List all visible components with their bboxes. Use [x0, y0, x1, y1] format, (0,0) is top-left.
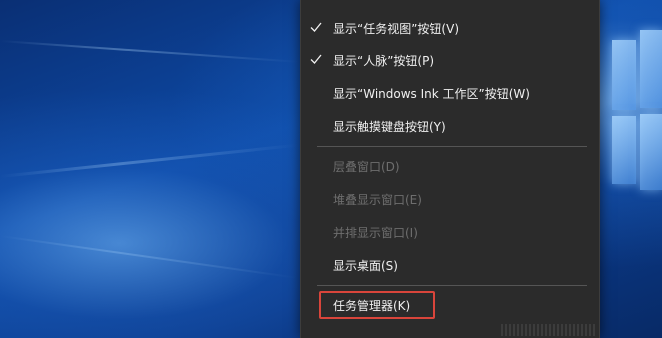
- menu-item-cascade-windows: 层叠窗口(D): [301, 151, 599, 181]
- menu-item-label: 显示桌面(S): [333, 258, 398, 273]
- windows-logo-pane: [640, 114, 662, 190]
- menu-item-show-windows-ink-button[interactable]: 显示“Windows Ink 工作区”按钮(W): [301, 78, 599, 108]
- windows-logo-icon: [598, 0, 662, 338]
- menu-item-label: 显示“任务视图”按钮(V): [333, 21, 460, 36]
- taskbar-context-menu: 显示“任务视图”按钮(V) 显示“人脉”按钮(P) 显示“Windows Ink…: [300, 0, 600, 338]
- windows-logo-pane: [640, 30, 662, 108]
- windows-logo-pane: [612, 40, 636, 110]
- check-icon: [310, 22, 322, 32]
- menu-item-label: 显示“Windows Ink 工作区”按钮(W): [333, 86, 530, 101]
- menu-separator: [317, 285, 587, 286]
- menu-item-label: 堆叠显示窗口(E): [333, 192, 422, 207]
- windows-logo-pane: [612, 116, 636, 184]
- wallpaper-light-beam: [0, 235, 298, 279]
- menu-item-label: 层叠窗口(D): [333, 159, 400, 174]
- watermark-texture: [501, 324, 597, 336]
- wallpaper-light-beam: [0, 40, 300, 63]
- task-manager-highlight-box: [319, 291, 435, 319]
- menu-item-label: 显示触摸键盘按钮(Y): [333, 119, 446, 134]
- menu-item-show-touch-keyboard-button[interactable]: 显示触摸键盘按钮(Y): [301, 111, 599, 141]
- menu-item-label: 显示“人脉”按钮(P): [333, 53, 435, 68]
- menu-item-label: 并排显示窗口(I): [333, 225, 418, 240]
- menu-item-stack-windows: 堆叠显示窗口(E): [301, 184, 599, 214]
- menu-separator: [317, 146, 587, 147]
- menu-item-show-people-button[interactable]: 显示“人脉”按钮(P): [301, 45, 599, 75]
- menu-item-side-by-side-windows: 并排显示窗口(I): [301, 217, 599, 247]
- check-icon: [310, 54, 322, 64]
- wallpaper-light-beam: [0, 143, 299, 178]
- menu-item-show-task-view-button[interactable]: 显示“任务视图”按钮(V): [301, 13, 599, 43]
- menu-item-show-desktop[interactable]: 显示桌面(S): [301, 250, 599, 280]
